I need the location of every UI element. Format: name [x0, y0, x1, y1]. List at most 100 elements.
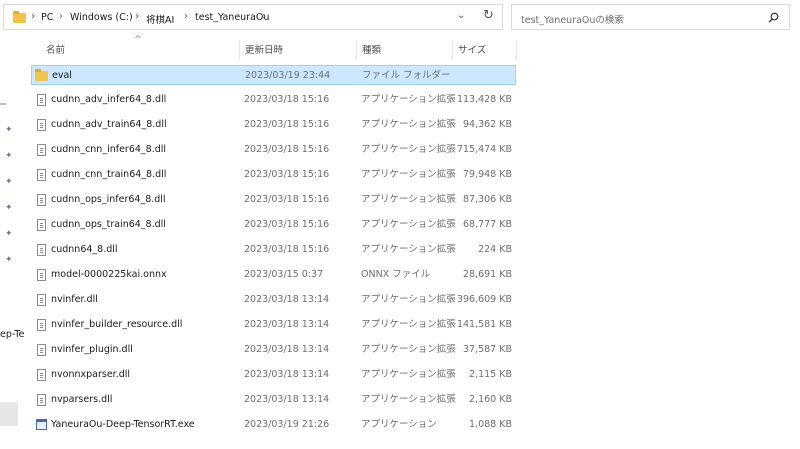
file-name[interactable]: nvonnxparser.dll	[51, 365, 130, 385]
file-date: 2023/03/18 13:14	[244, 394, 330, 405]
file-row[interactable]: cudnn_adv_train64_8.dll 2023/03/18 15:16 ア…	[31, 115, 516, 135]
file-row[interactable]: cudnn_adv_infer64_8.dll 2023/03/18 15:16 ア…	[31, 90, 516, 110]
file-name[interactable]: cudnn_adv_infer64_8.dll	[51, 90, 166, 110]
file-name[interactable]: cudnn_cnn_train64_8.dll	[51, 165, 166, 185]
breadcrumb-drive[interactable]: Windows (C:)	[70, 12, 133, 23]
column-header-type[interactable]: 種類	[362, 42, 381, 60]
sidebar-item-label[interactable]: ep-Te	[0, 329, 24, 340]
file-row[interactable]: model-0000225kai.onnx 2023/03/15 0:37 ONNX…	[31, 265, 516, 285]
file-icon	[37, 369, 46, 381]
file-row[interactable]: eval 2023/03/19 23:44 ファイル フォルダー	[31, 65, 516, 85]
file-name[interactable]: eval	[52, 66, 72, 86]
file-size: 224 KB	[478, 244, 512, 255]
chevron-right-icon: ›	[262, 11, 266, 22]
file-date: 2023/03/18 13:14	[244, 344, 330, 355]
file-name[interactable]: cudnn_adv_train64_8.dll	[51, 115, 167, 135]
file-size: 37,587 KB	[462, 344, 512, 355]
pin-icon: ✦	[5, 151, 13, 161]
refresh-icon[interactable]: ↻	[483, 8, 494, 23]
file-date: 2023/03/18 13:14	[244, 369, 330, 380]
file-row[interactable]: nvparsers.dll 2023/03/18 13:14 アプリケーション拡張 2…	[31, 390, 516, 410]
file-row[interactable]: cudnn_ops_infer64_8.dll 2023/03/18 15:16 ア…	[31, 190, 516, 210]
file-name[interactable]: cudnn_cnn_infer64_8.dll	[51, 140, 166, 160]
file-icon	[37, 344, 46, 356]
chevron-right-icon: ›	[184, 11, 188, 22]
scroll-marker	[0, 103, 6, 105]
file-name[interactable]: cudnn64_8.dll	[51, 240, 118, 260]
file-row[interactable]: cudnn_ops_train64_8.dll 2023/03/18 15:16 ア…	[31, 215, 516, 235]
file-icon	[37, 269, 46, 281]
file-date: 2023/03/18 15:16	[244, 169, 330, 180]
chevron-right-icon: ›	[59, 11, 63, 22]
file-size: 68,777 KB	[462, 219, 512, 230]
search-input[interactable]: test_YaneuraOuの検索	[521, 12, 624, 26]
file-icon	[37, 194, 46, 206]
file-size: 2,115 KB	[469, 369, 512, 380]
file-row[interactable]: cudnn_cnn_infer64_8.dll 2023/03/18 15:16 ア…	[31, 140, 516, 160]
folder-icon	[13, 11, 26, 23]
file-type: アプリケーション拡張	[361, 144, 456, 155]
file-row[interactable]: cudnn64_8.dll 2023/03/18 15:16 アプリケーション拡張 2…	[31, 240, 516, 260]
file-icon	[37, 319, 46, 331]
column-divider[interactable]	[239, 40, 240, 60]
sidebar-selected-item[interactable]	[0, 402, 18, 426]
search-icon[interactable]	[768, 12, 779, 23]
breadcrumb-pc[interactable]: PC	[41, 12, 53, 23]
file-row[interactable]: nvonnxparser.dll 2023/03/18 13:14 アプリケーション…	[31, 365, 516, 385]
file-row[interactable]: nvinfer_plugin.dll 2023/03/18 13:14 アプリケーシ…	[31, 340, 516, 360]
file-date: 2023/03/19 23:44	[245, 70, 331, 81]
column-header-date[interactable]: 更新日時	[245, 42, 283, 60]
exe-icon	[36, 419, 47, 430]
file-type: アプリケーション拡張	[361, 219, 456, 230]
file-size: 113,428 KB	[456, 94, 512, 105]
pin-icon: ✦	[5, 203, 13, 213]
file-date: 2023/03/18 13:14	[244, 319, 330, 330]
file-type: アプリケーション拡張	[361, 119, 456, 130]
file-name[interactable]: nvinfer.dll	[51, 290, 98, 310]
file-name[interactable]: nvparsers.dll	[51, 390, 112, 410]
pin-icon: ✦	[5, 125, 13, 135]
breadcrumb-folder[interactable]: 将棋AI	[146, 12, 174, 26]
file-type: アプリケーション拡張	[361, 319, 456, 330]
file-name[interactable]: cudnn_ops_infer64_8.dll	[51, 190, 166, 210]
column-header-size[interactable]: サイズ	[458, 42, 486, 60]
file-name[interactable]: nvinfer_plugin.dll	[51, 340, 133, 360]
file-type: アプリケーション拡張	[361, 344, 456, 355]
file-row[interactable]: nvinfer.dll 2023/03/18 13:14 アプリケーション拡張 396…	[31, 290, 516, 310]
file-date: 2023/03/18 15:16	[244, 194, 330, 205]
file-type: アプリケーション拡張	[361, 94, 456, 105]
file-icon	[37, 219, 46, 231]
file-row[interactable]: YaneuraOu-Deep-TensorRT.exe 2023/03/19 21…	[31, 415, 516, 435]
search-box[interactable]: test_YaneuraOuの検索	[511, 4, 790, 30]
file-date: 2023/03/18 13:14	[244, 294, 330, 305]
breadcrumb-current[interactable]: test_YaneuraOu	[195, 12, 269, 23]
file-type: アプリケーション拡張	[361, 394, 456, 405]
file-icon	[37, 169, 46, 181]
file-date: 2023/03/18 15:16	[244, 144, 330, 155]
file-name[interactable]: cudnn_ops_train64_8.dll	[51, 215, 166, 235]
file-icon	[37, 119, 46, 131]
column-divider[interactable]	[516, 40, 517, 60]
column-divider[interactable]	[356, 40, 357, 60]
file-size: 141,581 KB	[456, 319, 512, 330]
file-row[interactable]: nvinfer_builder_resource.dll 2023/03/18 1…	[31, 315, 516, 335]
chevron-down-icon[interactable]: ⌄	[457, 10, 465, 21]
file-date: 2023/03/18 15:16	[244, 94, 330, 105]
pin-icon: ✦	[5, 177, 13, 187]
file-date: 2023/03/18 15:16	[244, 119, 330, 130]
column-divider[interactable]	[452, 40, 453, 60]
file-type: アプリケーション拡張	[361, 169, 456, 180]
file-type: アプリケーション拡張	[361, 369, 456, 380]
pin-icon: ✦	[5, 255, 13, 265]
file-size: 87,306 KB	[462, 194, 512, 205]
file-size: 28,691 KB	[462, 269, 512, 280]
file-date: 2023/03/18 15:16	[244, 244, 330, 255]
file-name[interactable]: nvinfer_builder_resource.dll	[51, 315, 182, 335]
file-date: 2023/03/15 0:37	[244, 269, 324, 280]
address-bar[interactable]: › PC › Windows (C:) › 将棋AI › test_Yaneur…	[3, 4, 503, 30]
file-row[interactable]: cudnn_cnn_train64_8.dll 2023/03/18 15:16 ア…	[31, 165, 516, 185]
file-name[interactable]: model-0000225kai.onnx	[51, 265, 167, 285]
sort-ascending-icon: ^	[134, 35, 142, 45]
file-name[interactable]: YaneuraOu-Deep-TensorRT.exe	[51, 415, 195, 435]
column-header-name[interactable]: 名前	[46, 42, 65, 60]
